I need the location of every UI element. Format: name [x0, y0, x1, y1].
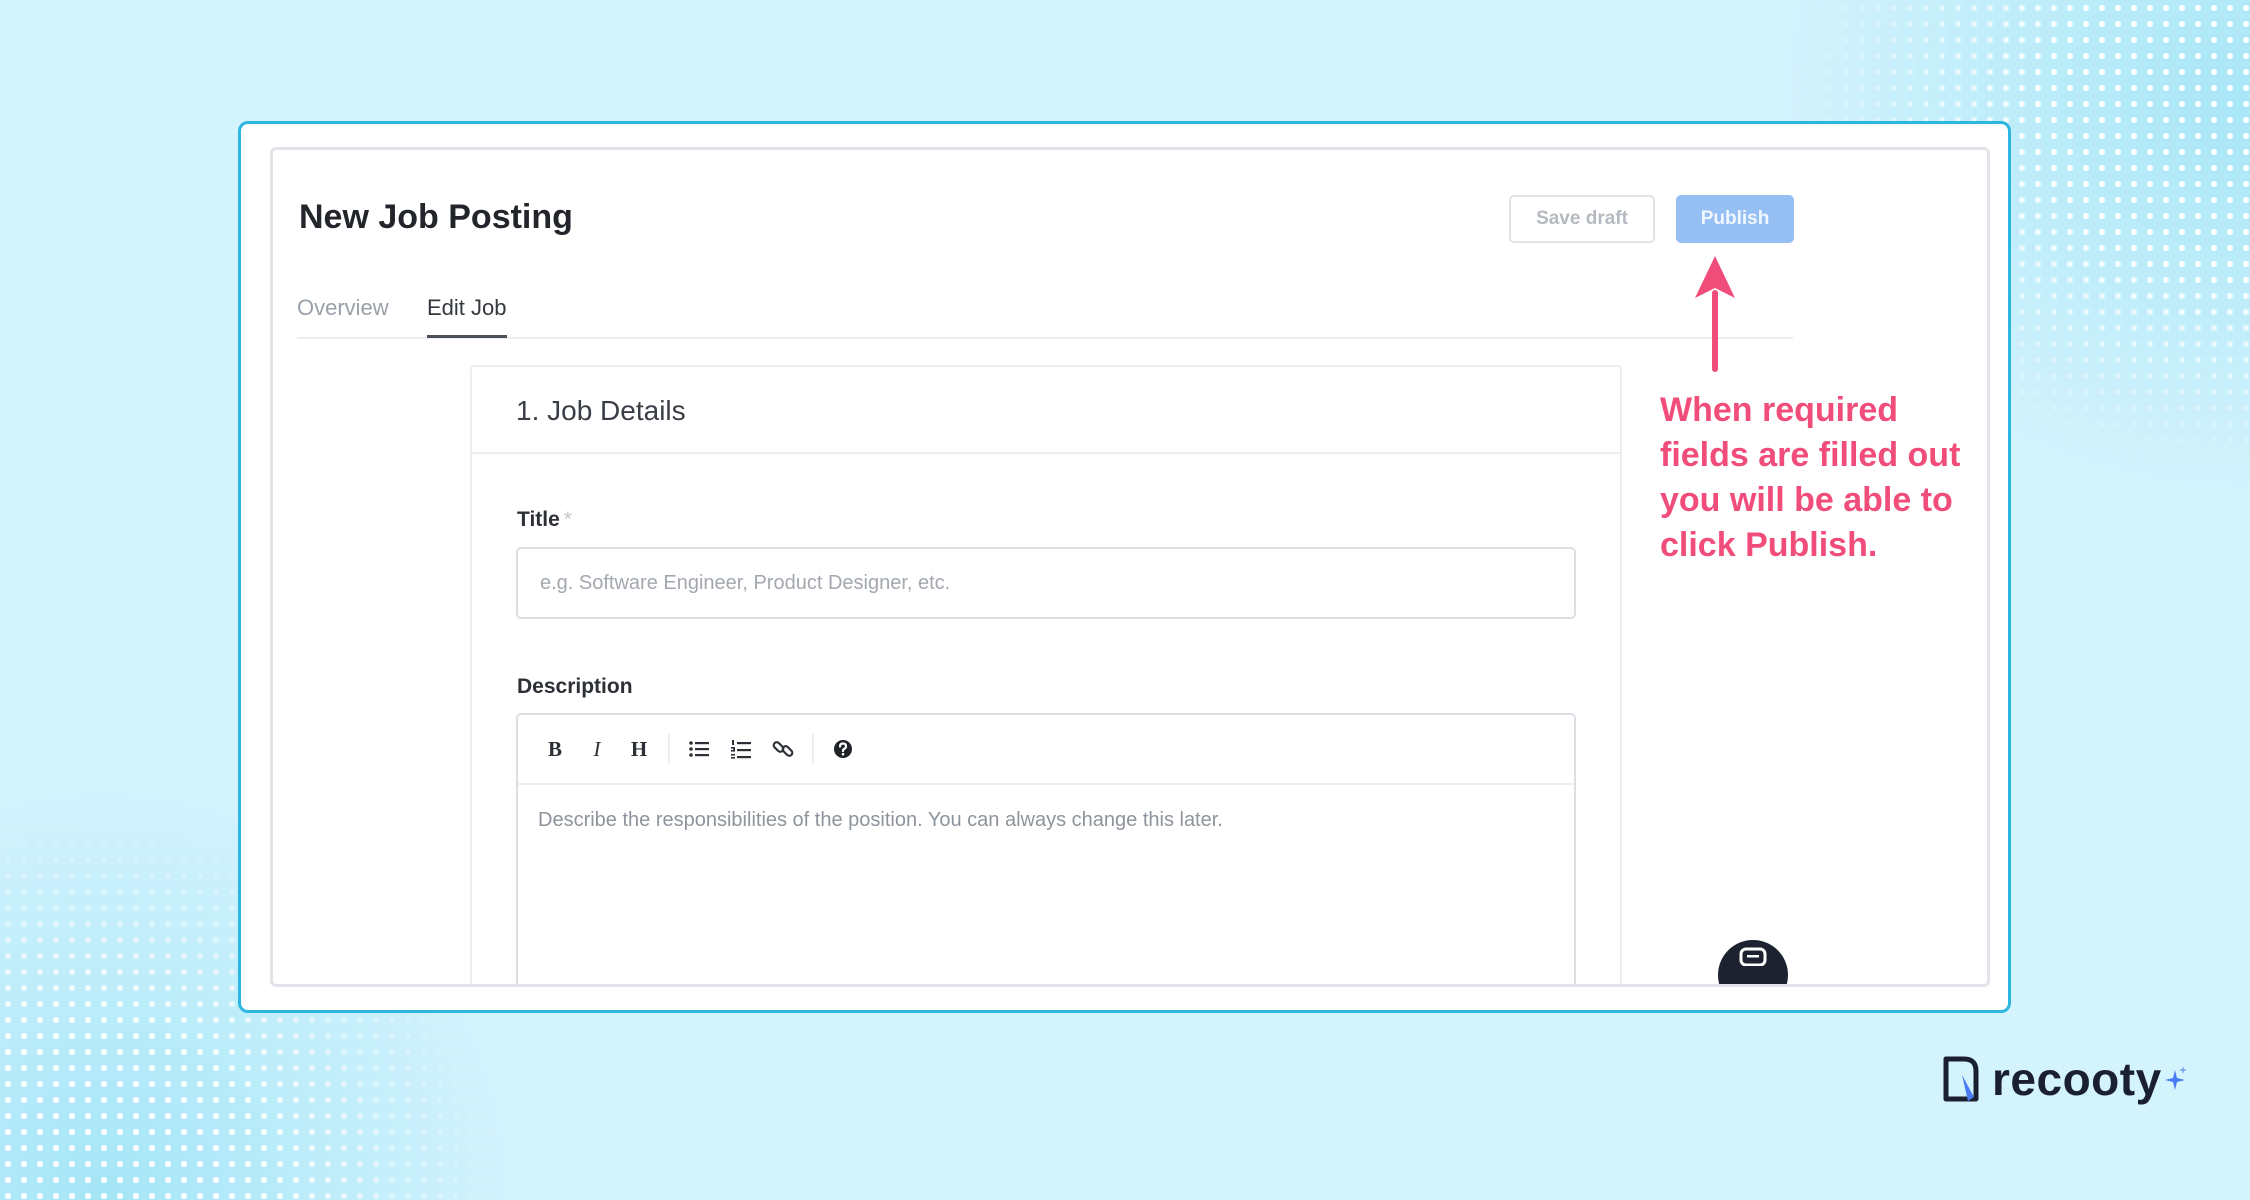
editor-toolbar: B I H: [518, 715, 1574, 785]
tab-edit-job[interactable]: Edit Job: [427, 295, 507, 338]
recooty-logo-icon: [1943, 1056, 1979, 1102]
annotation-line: fields are filled out: [1660, 436, 1961, 474]
job-details-card: 1. Job Details Title* Description B I H: [470, 365, 1622, 984]
annotation-line: click Publish.: [1660, 526, 1878, 564]
logo-wordmark: recooty: [1992, 1053, 2162, 1105]
italic-icon[interactable]: I: [576, 728, 618, 770]
description-label: Description: [517, 675, 633, 698]
required-mark: *: [563, 508, 572, 531]
title-label: Title *: [517, 508, 572, 532]
numbered-list-icon[interactable]: [720, 728, 762, 770]
annotation-arrow-icon: [1695, 256, 1735, 372]
tab-bar: Overview Edit Job: [297, 285, 1793, 339]
link-icon[interactable]: [762, 728, 804, 770]
toolbar-divider: [812, 734, 814, 764]
help-icon[interactable]: [822, 728, 864, 770]
page-title: New Job Posting: [299, 198, 573, 236]
publish-button[interactable]: Publish: [1676, 195, 1794, 243]
toolbar-divider: [668, 734, 670, 764]
bold-icon[interactable]: B: [534, 728, 576, 770]
description-placeholder: Describe the responsibilities of the pos…: [538, 809, 1223, 831]
title-label-text: Title: [517, 508, 560, 531]
heading-icon[interactable]: H: [618, 728, 660, 770]
recooty-logo: recooty: [1940, 1052, 2188, 1106]
title-input[interactable]: [516, 547, 1576, 619]
annotation-text: When required fields are filled out you …: [1660, 388, 1980, 568]
annotation-line: When required: [1660, 391, 1899, 429]
section-title: 1. Job Details: [472, 367, 1620, 454]
chat-widget-button[interactable]: [1718, 940, 1788, 984]
chat-icon: [1736, 940, 1770, 971]
annotation-line: you will be able to: [1660, 481, 1953, 519]
description-editor[interactable]: B I H Describe the responsibilities of t…: [516, 713, 1576, 984]
sparkle-icon: [2164, 1066, 2187, 1090]
save-draft-button[interactable]: Save draft: [1509, 195, 1655, 243]
bulleted-list-icon[interactable]: [678, 728, 720, 770]
tab-overview[interactable]: Overview: [297, 295, 389, 321]
